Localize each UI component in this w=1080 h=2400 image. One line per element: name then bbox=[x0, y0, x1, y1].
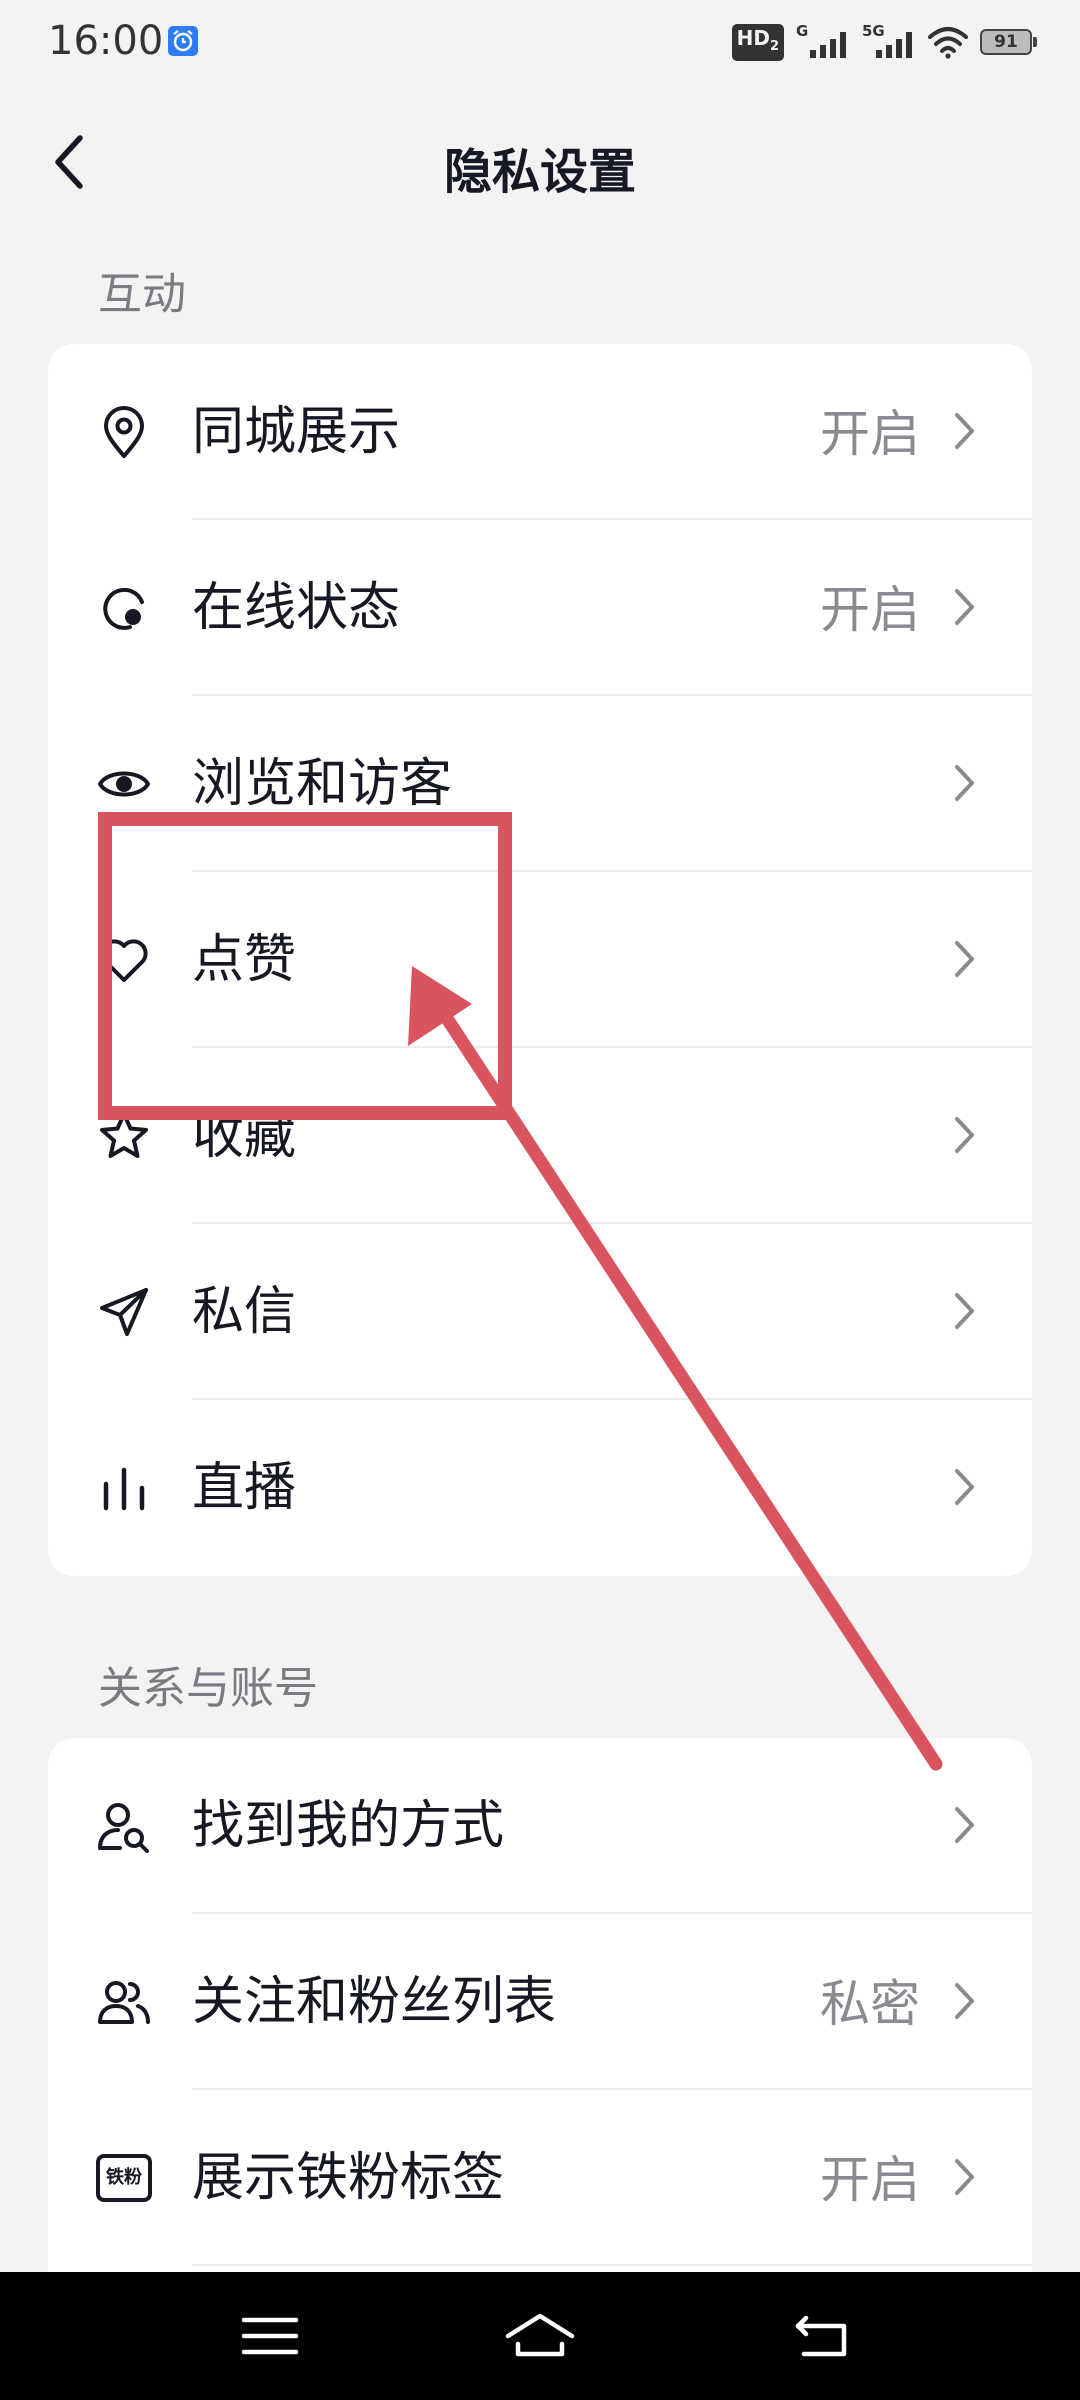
chevron-right-icon bbox=[955, 1983, 974, 2019]
user-search-icon bbox=[98, 1803, 149, 1853]
system-navigation-bar bbox=[0, 2272, 1080, 2400]
status-bar: 16:00 HD2 G 5G 91 bbox=[0, 0, 1080, 80]
row-direct-messages[interactable]: 私信 bbox=[48, 1224, 1032, 1400]
star-icon bbox=[100, 1112, 148, 1158]
send-icon bbox=[100, 1288, 148, 1336]
row-following-and-followers-list[interactable]: 关注和粉丝列表 私密 bbox=[48, 1914, 1032, 2090]
row-show-fan-badge[interactable]: 铁粉 展示铁粉标签 开启 bbox=[48, 2090, 1032, 2266]
wifi-icon bbox=[928, 27, 968, 59]
row-favorites[interactable]: 收藏 bbox=[48, 1048, 1032, 1224]
row-label: 点赞 bbox=[192, 930, 297, 990]
row-label: 关注和粉丝列表 bbox=[192, 1972, 557, 2032]
menu-icon[interactable] bbox=[230, 2296, 310, 2376]
chevron-right-icon bbox=[955, 2159, 974, 2195]
row-value: 开启 bbox=[820, 2151, 920, 2209]
chevron-right-icon bbox=[955, 765, 974, 801]
interaction-settings-card: 同城展示 开启 在线状态 开启 浏览和访客 点赞 收藏 私信 直播 bbox=[48, 344, 1032, 1576]
chevron-right-icon bbox=[955, 1807, 974, 1843]
chevron-right-icon bbox=[955, 1469, 974, 1505]
section-title-relations-account: 关系与账号 bbox=[98, 1663, 318, 1714]
row-label: 展示铁粉标签 bbox=[192, 2148, 505, 2208]
live-bars-icon bbox=[103, 1467, 145, 1511]
online-status-icon bbox=[103, 587, 144, 630]
row-value: 私密 bbox=[820, 1975, 920, 2033]
home-icon[interactable] bbox=[500, 2296, 580, 2376]
row-likes[interactable]: 点赞 bbox=[48, 872, 1032, 1048]
row-value: 开启 bbox=[820, 581, 920, 639]
users-icon bbox=[98, 1981, 150, 2024]
row-live-stream[interactable]: 直播 bbox=[48, 1400, 1032, 1576]
title-bar: 隐私设置 bbox=[0, 110, 1080, 220]
row-label: 在线状态 bbox=[192, 578, 401, 638]
back-nav-icon[interactable] bbox=[784, 2296, 864, 2376]
chevron-right-icon bbox=[955, 413, 974, 449]
relations-account-card: 找到我的方式 关注和粉丝列表 私密 铁粉 展示铁粉标签 开启 bbox=[48, 1738, 1032, 2272]
row-label: 同城展示 bbox=[192, 402, 401, 462]
signal-strength-icon: G bbox=[796, 24, 850, 60]
fan-badge-icon: 铁粉 bbox=[96, 2154, 152, 2202]
chevron-right-icon bbox=[955, 589, 974, 625]
chevron-right-icon bbox=[955, 1293, 974, 1329]
alarm-clock-icon bbox=[168, 26, 198, 56]
location-pin-icon bbox=[104, 406, 144, 458]
battery-icon: 91 bbox=[980, 29, 1037, 55]
section-title-interaction: 互动 bbox=[98, 269, 186, 320]
eye-icon bbox=[98, 771, 150, 797]
status-time: 16:00 bbox=[48, 18, 164, 64]
row-value: 开启 bbox=[820, 405, 920, 463]
row-label: 浏览和访客 bbox=[192, 754, 453, 814]
row-views-and-visitors[interactable]: 浏览和访客 bbox=[48, 696, 1032, 872]
row-label: 找到我的方式 bbox=[192, 1796, 505, 1856]
row-label: 私信 bbox=[192, 1282, 297, 1342]
hd-voice-badge: HD2 bbox=[731, 23, 784, 61]
page-title: 隐私设置 bbox=[443, 144, 636, 200]
battery-level: 91 bbox=[994, 32, 1018, 52]
signal-5g-icon: 5G bbox=[862, 24, 916, 60]
heart-icon bbox=[100, 939, 148, 982]
row-label: 直播 bbox=[192, 1458, 297, 1518]
row-label: 收藏 bbox=[192, 1106, 297, 1166]
row-ways-to-find-me[interactable]: 找到我的方式 bbox=[48, 1738, 1032, 1914]
chevron-right-icon bbox=[955, 1117, 974, 1153]
row-online-status[interactable]: 在线状态 开启 bbox=[48, 520, 1032, 696]
status-indicators: HD2 G 5G 91 bbox=[731, 22, 1037, 62]
divider bbox=[192, 2264, 1032, 2266]
row-nearby-display[interactable]: 同城展示 开启 bbox=[48, 344, 1032, 520]
chevron-right-icon bbox=[955, 941, 974, 977]
fan-badge-text: 铁粉 bbox=[106, 2167, 142, 2188]
